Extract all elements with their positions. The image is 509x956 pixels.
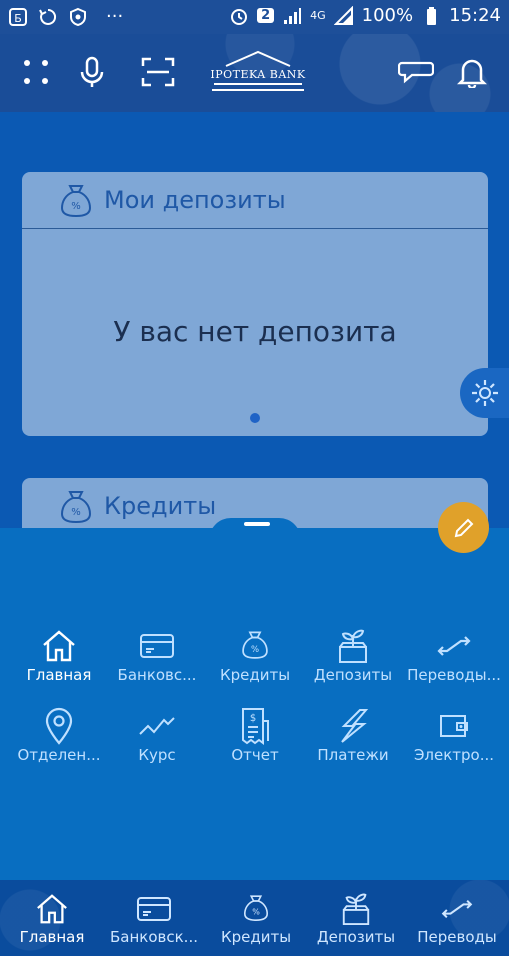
svg-text:%: % — [252, 908, 260, 917]
nav-label: Банковск... — [110, 928, 198, 946]
home-icon — [43, 630, 75, 662]
settings-button[interactable] — [460, 368, 509, 418]
lightning-icon — [341, 709, 369, 743]
menu-item-label: Отделен... — [17, 746, 101, 764]
battery-icon — [427, 6, 437, 25]
menu-item-label: Переводы... — [407, 666, 501, 684]
menu-item-label: Отчет — [231, 746, 279, 764]
menu-item-report[interactable]: $ Отчет — [205, 706, 305, 764]
location-pin-icon — [45, 707, 73, 745]
menu-item-label: Главная — [26, 666, 92, 684]
plant-box-icon — [339, 629, 367, 663]
menu-item-home[interactable]: Главная — [9, 626, 109, 684]
nav-label: Переводы — [417, 928, 497, 946]
menu-item-payments[interactable]: Платежи — [303, 706, 403, 764]
nav-credits[interactable]: % Кредиты — [206, 890, 306, 946]
page-indicator-dot — [250, 413, 260, 423]
money-bag-icon: % — [60, 491, 92, 524]
microphone-icon — [80, 56, 104, 87]
network-type: 4G — [310, 9, 326, 22]
menu-item-deposits[interactable]: Депозиты — [303, 626, 403, 684]
nav-label: Главная — [19, 928, 85, 946]
signal-2-icon — [333, 5, 353, 25]
nav-deposits[interactable]: Депозиты — [306, 890, 406, 946]
menu-item-label: Электро... — [413, 746, 495, 764]
credits-card-title: Кредиты — [104, 492, 217, 520]
svg-text:%: % — [251, 645, 259, 655]
bank-logo-text: IPOTEKA BANK — [210, 68, 306, 81]
gear-icon — [472, 380, 498, 406]
bell-icon — [457, 59, 487, 88]
menu-item-rates[interactable]: Курс — [107, 706, 207, 764]
nav-label: Кредиты — [220, 928, 292, 946]
sheet-handle-bar — [244, 522, 270, 526]
wallet-icon — [440, 715, 468, 737]
svg-text:Б: Б — [14, 12, 22, 25]
empty-deposits-message: У вас нет депозита — [113, 315, 397, 348]
menu-item-label: Курс — [138, 746, 176, 764]
chat-icon — [398, 61, 434, 84]
transfer-icon — [441, 899, 473, 919]
nav-transfers[interactable]: Переводы — [407, 890, 507, 946]
card-icon — [140, 634, 174, 658]
money-bag-icon: % — [243, 895, 269, 922]
nav-home[interactable]: Главная — [2, 890, 102, 946]
shield-icon — [70, 7, 86, 26]
menu-item-branches[interactable]: Отделен... — [9, 706, 109, 764]
sim-badge: 2 — [257, 8, 275, 23]
svg-text:%: % — [71, 507, 81, 518]
signal-icon — [284, 7, 302, 24]
scan-button[interactable] — [138, 52, 178, 92]
chat-button[interactable] — [396, 52, 436, 92]
menu-dots-button[interactable] — [16, 52, 56, 92]
svg-text:%: % — [71, 201, 81, 212]
sync-icon — [39, 8, 57, 25]
card-icon — [137, 897, 171, 921]
bank-logo: IPOTEKA BANK — [208, 48, 308, 96]
transfer-icon — [437, 636, 471, 656]
battery-percent: 100% — [361, 5, 414, 26]
receipt-icon: $ — [242, 708, 269, 745]
more-notifications-icon: ··· — [106, 6, 124, 27]
money-bag-icon: % — [242, 631, 268, 659]
app-header: IPOTEKA BANK — [0, 34, 509, 112]
deposits-card[interactable]: % Мои депозиты У вас нет депозита — [22, 172, 488, 436]
app-notification-icon: Б — [9, 7, 27, 26]
voice-button[interactable] — [72, 52, 112, 92]
clock: 15:24 — [449, 5, 501, 26]
alarm-icon — [231, 8, 248, 25]
menu-item-label: Платежи — [317, 746, 389, 764]
dots-grid-icon — [24, 60, 48, 84]
scan-icon — [141, 57, 175, 87]
menu-item-label: Кредиты — [219, 666, 291, 684]
rate-chart-icon — [139, 717, 175, 735]
bottom-nav: Главная Банковск... % Кредиты Депозиты П… — [0, 880, 509, 956]
svg-text:$: $ — [250, 713, 256, 724]
menu-item-label: Банковс... — [117, 666, 197, 684]
menu-item-ewallet[interactable]: Электро... — [404, 706, 504, 764]
plant-box-icon — [342, 893, 370, 925]
status-bar: Б ··· 2 4G 100% 15:24 — [0, 0, 509, 34]
menu-item-transfers[interactable]: Переводы... — [404, 626, 504, 684]
nav-label: Депозиты — [316, 928, 396, 946]
deposits-card-title: Мои депозиты — [104, 186, 286, 214]
menu-item-cards[interactable]: Банковс... — [107, 626, 207, 684]
pencil-icon — [454, 518, 473, 537]
deposits-card-body: У вас нет депозита — [22, 229, 488, 435]
deposits-card-header: % Мои депозиты — [22, 172, 488, 229]
menu-sheet — [0, 528, 509, 880]
notifications-button[interactable] — [452, 52, 492, 92]
home-icon — [37, 894, 67, 924]
menu-item-credits[interactable]: % Кредиты — [205, 626, 305, 684]
nav-cards[interactable]: Банковск... — [104, 890, 204, 946]
menu-item-label: Депозиты — [313, 666, 393, 684]
money-bag-icon: % — [60, 185, 92, 218]
edit-button[interactable] — [438, 502, 489, 553]
